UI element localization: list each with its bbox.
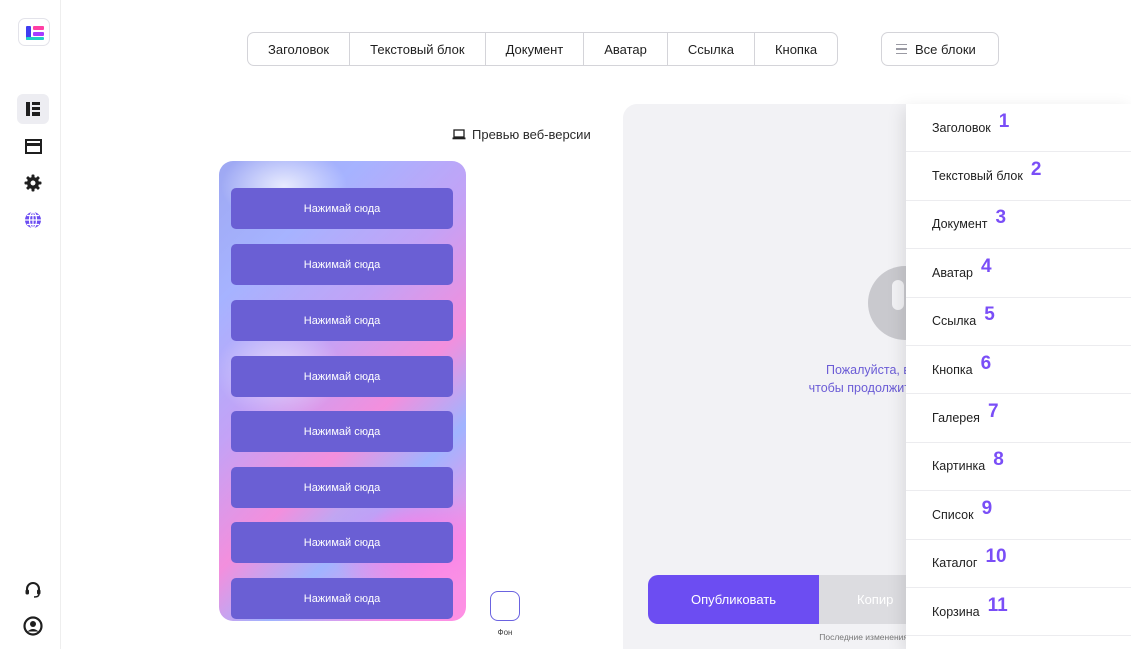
dropdown-item-gallery[interactable]: Галерея 7 — [906, 394, 1131, 443]
dropdown-item-label: Заголовок — [932, 120, 991, 135]
all-blocks-dropdown: Заголовок 1 Текстовый блок 2 Документ 3 Ава… — [906, 104, 1131, 649]
block-type-toolbar: Заголовок Текстовый блок Документ Аватар… — [247, 32, 839, 66]
layout-nav-icon[interactable] — [17, 131, 49, 161]
dropdown-item-label: Картинка — [932, 459, 986, 474]
tab-heading[interactable]: Заголовок — [248, 33, 351, 65]
all-blocks-label: Все блоки — [915, 41, 976, 57]
annotation-number: 2 — [1030, 159, 1042, 181]
all-blocks-button[interactable]: Все блоки — [881, 32, 999, 66]
background-label: Фон — [497, 628, 513, 637]
dropdown-item-label: Корзина — [932, 604, 980, 619]
last-changes-text: Последние изменения — [819, 632, 908, 642]
annotation-number: 8 — [993, 449, 1004, 471]
phone-link-button[interactable]: Нажимай сюда — [231, 188, 453, 229]
phone-link-button[interactable]: Нажимай сюда — [231, 578, 453, 619]
dropdown-item-label: Аватар — [932, 265, 974, 280]
dropdown-item-catalog[interactable]: Каталог 10 — [906, 540, 1131, 588]
phone-link-button[interactable]: Нажимай сюда — [231, 522, 453, 563]
dropdown-item-label: Текстовый блок — [932, 169, 1023, 184]
dropdown-item-avatar[interactable]: Аватар 4 — [906, 249, 1131, 298]
tab-button[interactable]: Кнопка — [755, 33, 837, 65]
blocks-nav-icon[interactable] — [17, 94, 49, 124]
phone-link-button[interactable]: Нажимай сюда — [231, 300, 453, 341]
dropdown-item-image[interactable]: Картинка 8 — [906, 443, 1131, 492]
annotation-number: 3 — [995, 207, 1007, 229]
user-profile-icon[interactable] — [17, 611, 49, 641]
login-notice-line: чтобы продолжит — [808, 381, 910, 395]
phone-link-button[interactable]: Нажимай сюда — [231, 467, 453, 508]
app-root: Заголовок Текстовый блок Документ Аватар… — [0, 0, 1131, 649]
support-headset-icon[interactable] — [17, 574, 49, 604]
annotation-number: 6 — [980, 352, 992, 374]
dropdown-item-label: Каталог — [932, 556, 978, 571]
publish-button[interactable]: Опубликовать — [648, 575, 819, 624]
annotation-number: 10 — [985, 546, 1007, 568]
left-sidebar — [0, 0, 61, 649]
app-logo[interactable] — [18, 18, 50, 46]
dropdown-item-document[interactable]: Документ 3 — [906, 201, 1131, 250]
dropdown-item-label: Галерея — [932, 411, 980, 426]
phone-link-button[interactable]: Нажимай сюда — [231, 356, 453, 397]
web-globe-icon[interactable] — [17, 205, 49, 235]
tab-text-block[interactable]: Текстовый блок — [350, 33, 486, 65]
annotation-number: 1 — [998, 110, 1010, 132]
background-swatch[interactable] — [490, 591, 520, 621]
annotation-number: 9 — [981, 497, 993, 519]
dropdown-item-cart[interactable]: Корзина 11 — [906, 588, 1131, 637]
dropdown-item-heading[interactable]: Заголовок 1 — [906, 104, 1131, 153]
dropdown-item-button[interactable]: Кнопка 6 — [906, 346, 1131, 395]
tab-avatar[interactable]: Аватар — [584, 33, 668, 65]
dropdown-item-text-block[interactable]: Текстовый блок 2 — [906, 152, 1131, 201]
annotation-number: 11 — [987, 594, 1008, 616]
annotation-number: 5 — [984, 304, 995, 326]
settings-gear-icon[interactable] — [17, 168, 49, 198]
dropdown-item-label: Кнопка — [932, 362, 973, 377]
web-preview-link[interactable]: Превью веб-версии — [452, 127, 591, 142]
login-notice-line: Пожалуйста, в — [825, 363, 910, 377]
phone-link-button[interactable]: Нажимай сюда — [231, 244, 453, 285]
copy-button[interactable]: Копир — [819, 575, 909, 624]
menu-lines-icon — [896, 43, 907, 55]
login-notice: Пожалуйста, в чтобы продолжит — [760, 361, 910, 397]
phone-link-button[interactable]: Нажимай сюда — [231, 411, 453, 452]
laptop-icon — [452, 129, 466, 140]
annotation-number: 7 — [987, 401, 999, 423]
dropdown-item-label: Ссылка — [932, 314, 977, 329]
dropdown-item-list[interactable]: Список 9 — [906, 491, 1131, 540]
phone-preview: Нажимай сюда Нажимай сюда Нажимай сюда Н… — [219, 161, 466, 621]
tab-document[interactable]: Документ — [486, 33, 585, 65]
tab-link[interactable]: Ссылка — [668, 33, 755, 65]
dropdown-item-label: Документ — [932, 217, 988, 232]
dropdown-item-label: Список — [932, 507, 974, 522]
web-preview-label: Превью веб-версии — [472, 127, 591, 142]
annotation-number: 4 — [981, 255, 992, 277]
dropdown-item-link[interactable]: Ссылка 5 — [906, 298, 1131, 346]
